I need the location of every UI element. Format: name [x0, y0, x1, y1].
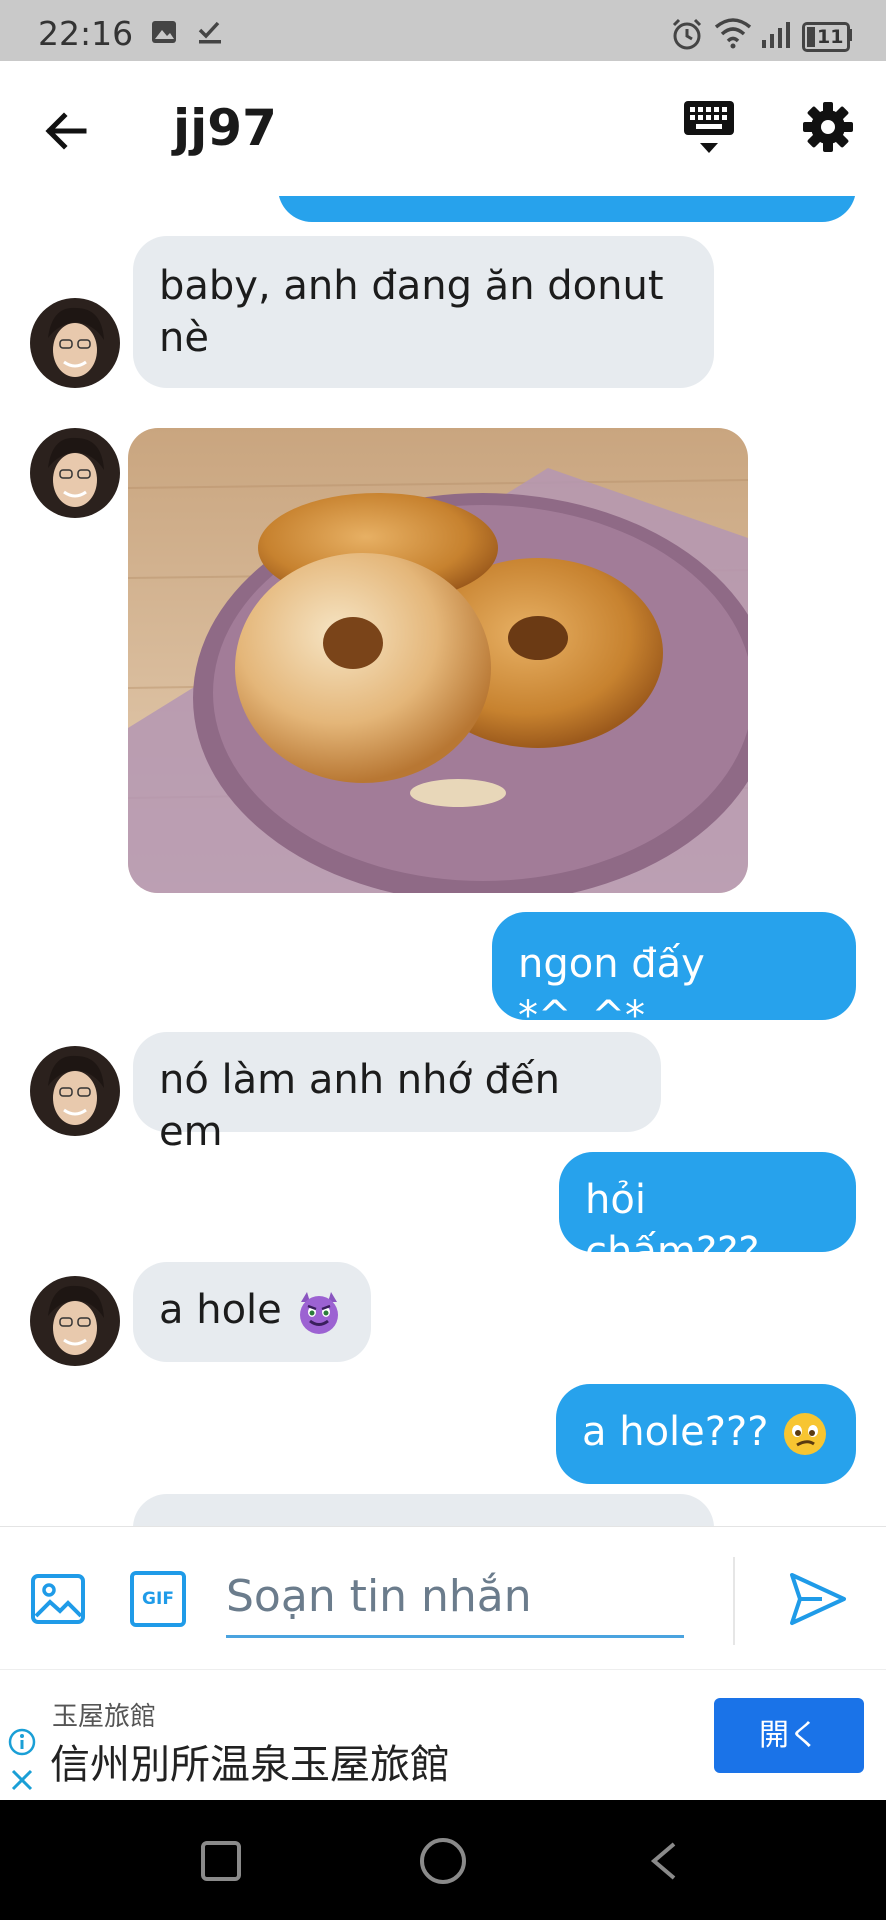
image-icon[interactable] [30, 1571, 86, 1627]
message-list[interactable]: baby, anh đang ăn donut nè ngon đấy *^_^… [0, 196, 886, 1526]
incoming-message[interactable]: nó làm anh nhớ đến em [133, 1032, 661, 1155]
message-input[interactable] [226, 1557, 684, 1638]
ad-banner[interactable]: 玉屋旅館 信州別所温泉玉屋旅館 開く [0, 1669, 886, 1801]
avatar[interactable] [30, 1046, 120, 1136]
battery-level: 11 [817, 26, 844, 48]
avatar[interactable] [30, 298, 120, 388]
system-nav-bar [0, 1800, 886, 1920]
battery-tip [848, 29, 852, 41]
outgoing-message[interactable]: a hole??? [556, 1384, 856, 1484]
send-icon[interactable] [788, 1571, 848, 1627]
gif-button[interactable]: GIF [130, 1571, 186, 1627]
outgoing-message[interactable]: ngon đấy *^_^* [492, 912, 856, 1039]
conversation-title[interactable]: jj97 [173, 99, 277, 157]
incoming-message[interactable]: baby, anh đang ăn donut nè [133, 236, 714, 388]
donut-photo[interactable] [128, 428, 748, 893]
download-done-icon [198, 21, 221, 44]
back-arrow-icon[interactable] [36, 101, 96, 161]
keyboard-icon[interactable] [682, 99, 736, 159]
incoming-message[interactable]: a hole [133, 1262, 371, 1362]
battery-icon: 11 [802, 22, 850, 52]
ad-advertiser: 玉屋旅館 [52, 1702, 157, 1732]
close-icon[interactable] [8, 1766, 36, 1794]
composer-divider [733, 1557, 735, 1645]
ad-open-button[interactable]: 開く [714, 1698, 864, 1773]
smiling-devil-emoji [299, 1292, 338, 1334]
ad-info-icon[interactable] [8, 1728, 36, 1756]
wifi-icon [714, 18, 752, 49]
incoming-message[interactable] [133, 1494, 714, 1526]
composer: GIF [0, 1526, 886, 1670]
status-bar: 22:16 11 [0, 0, 886, 61]
signal-icon [762, 22, 790, 48]
gallery-notification-icon [152, 21, 176, 43]
avatar[interactable] [30, 1276, 120, 1366]
home-icon[interactable] [418, 1836, 468, 1886]
conversation-header: jj97 [0, 61, 886, 196]
gear-icon[interactable] [798, 97, 858, 157]
ad-headline[interactable]: 信州別所温泉玉屋旅館 [50, 1732, 450, 1790]
alarm-icon [672, 18, 702, 50]
nav-back-icon[interactable] [648, 1840, 680, 1882]
status-time: 22:16 [38, 14, 134, 53]
confused-emoji [784, 1413, 827, 1455]
recents-icon[interactable] [200, 1840, 242, 1882]
outgoing-message[interactable] [278, 196, 856, 222]
avatar[interactable] [30, 428, 120, 518]
outgoing-message[interactable]: hỏi chấm??? [559, 1152, 856, 1275]
